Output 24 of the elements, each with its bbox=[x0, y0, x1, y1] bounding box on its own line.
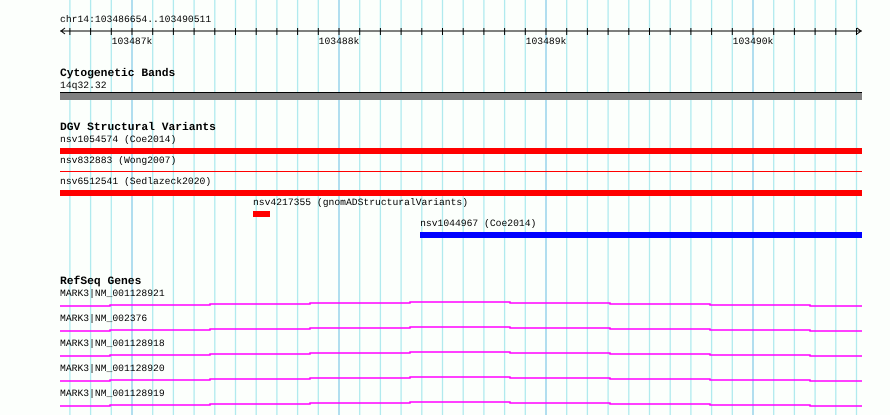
variant-feature-bar[interactable] bbox=[420, 232, 862, 238]
gene-label: MARK3|NM_001128919 bbox=[60, 388, 166, 400]
variant-label: nsv4217355 (gnomADStructuralVariants) bbox=[252, 197, 470, 209]
gene-label: MARK3|NM_001128920 bbox=[60, 363, 166, 375]
ruler-tick-label: 103490k bbox=[732, 36, 774, 48]
variant-label: nsv832883 (Wong2007) bbox=[60, 155, 178, 167]
gene-label: MARK3|NM_001128918 bbox=[60, 338, 166, 350]
variant-feature-bar[interactable] bbox=[60, 148, 862, 154]
track-title: DGV Structural Variants bbox=[60, 122, 217, 134]
variant-label: nsv6512541 (Sedlazeck2020) bbox=[60, 176, 212, 188]
variant-label: nsv1044967 (Coe2014) bbox=[420, 218, 538, 230]
track-title: RefSeq Genes bbox=[60, 276, 142, 288]
cytoband-bar[interactable] bbox=[60, 92, 862, 100]
locus-text: chr14:103486654..103490511 bbox=[60, 14, 212, 26]
variant-feature-bar[interactable] bbox=[252, 210, 270, 216]
ruler-tick-label: 103487k bbox=[112, 36, 152, 48]
gene-label: MARK3|NM_002376 bbox=[60, 313, 148, 325]
ruler-tick-label: 103489k bbox=[526, 36, 566, 48]
gene-label: MARK3|NM_001128921 bbox=[60, 288, 166, 300]
band-label: 14q32.32 bbox=[60, 80, 108, 92]
track-title: Cytogenetic Bands bbox=[60, 68, 176, 80]
variant-label: nsv1054574 (Coe2014) bbox=[60, 134, 178, 146]
variant-feature-bar[interactable] bbox=[60, 190, 862, 196]
ruler-tick-label: 103488k bbox=[318, 36, 360, 48]
